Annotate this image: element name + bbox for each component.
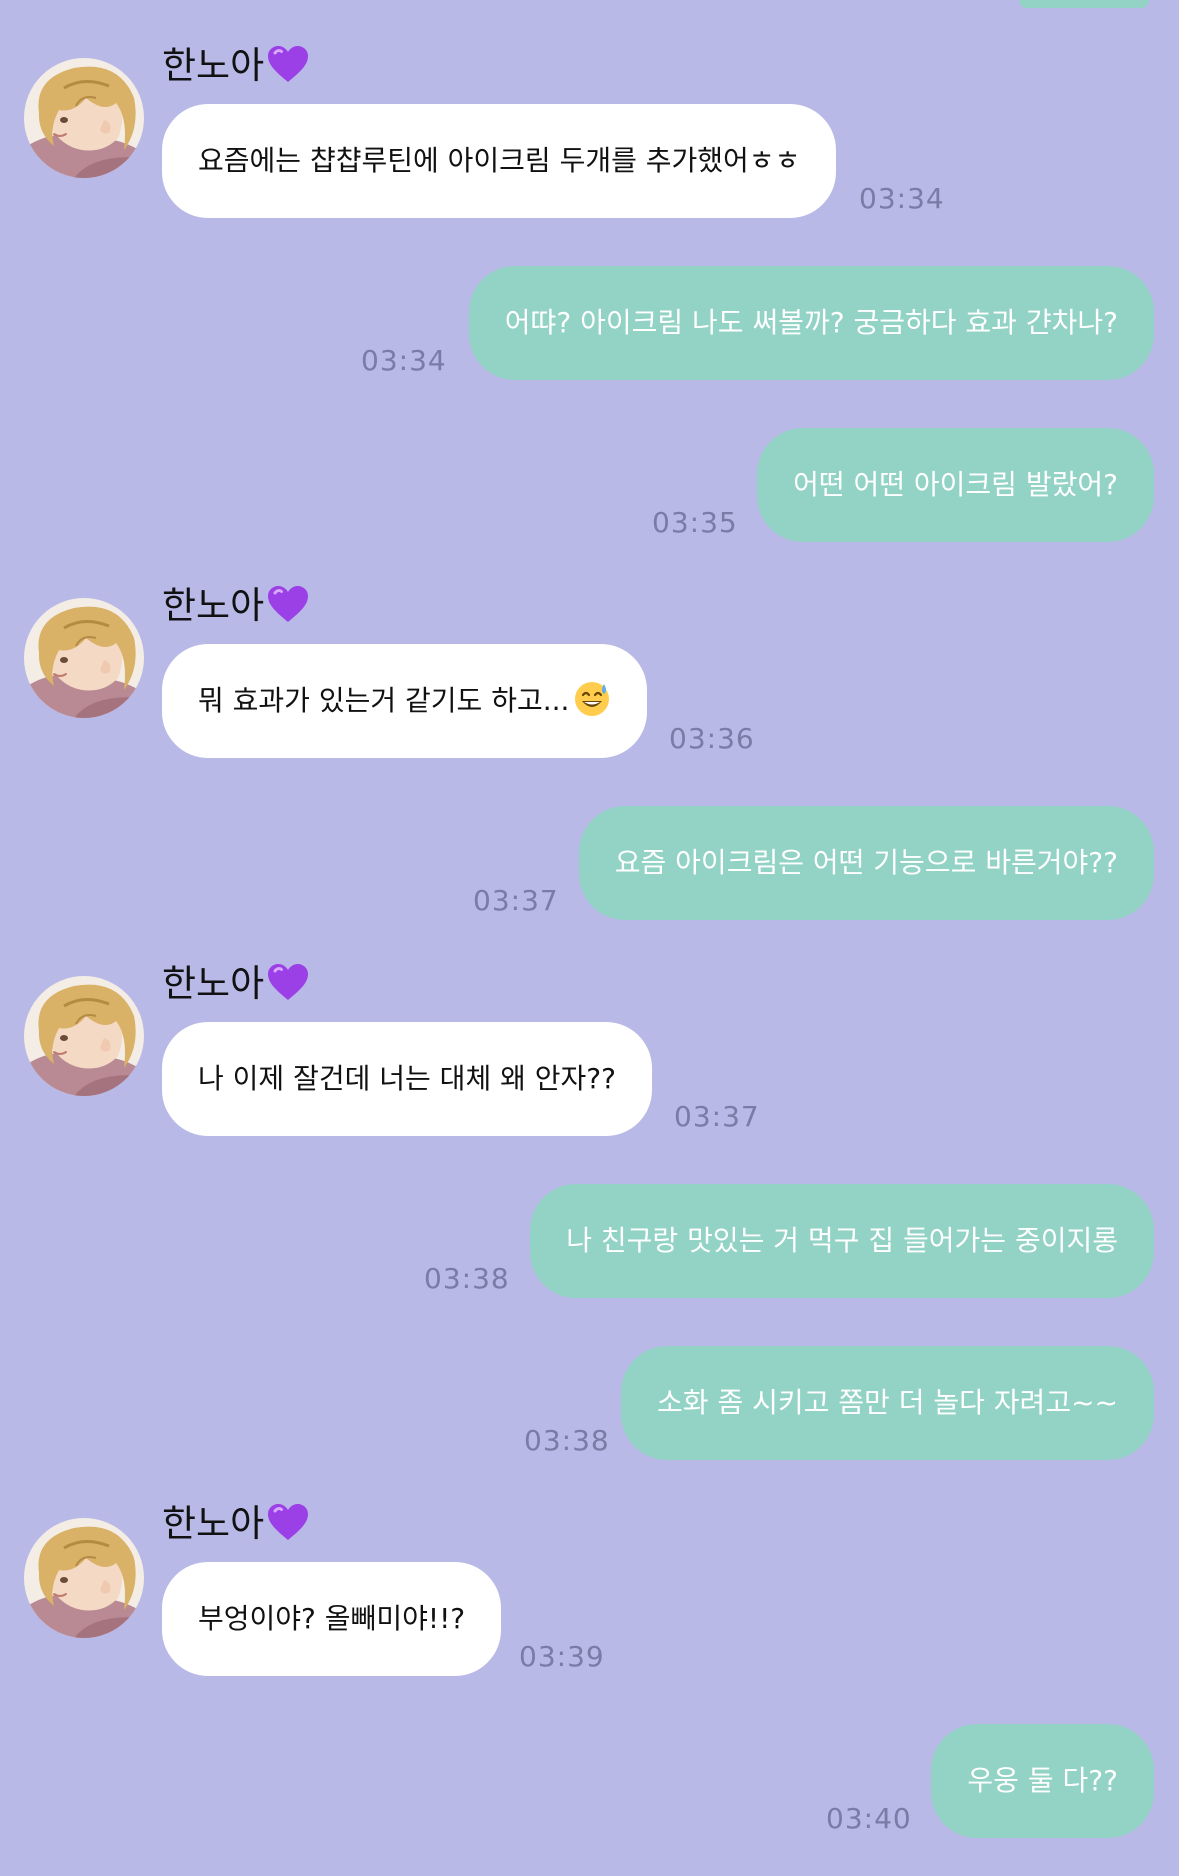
message-text: 뭐 효과가 있는거 같기도 하고... xyxy=(198,684,570,717)
message-text: 우웅 둘 다?? xyxy=(967,1764,1118,1797)
message-time: 03:37 xyxy=(674,1100,760,1133)
message-bubble-outgoing[interactable]: 나 친구랑 맛있는 거 먹구 집 들어가는 중이지롱 xyxy=(530,1184,1154,1298)
previous-message-bubble-edge xyxy=(1019,0,1149,8)
message-text: 요즘에는 챱챱루틴에 아이크림 두개를 추가했어ㅎㅎ xyxy=(198,144,801,177)
message-bubble-outgoing[interactable]: 어땨? 아이크림 나도 써볼까? 궁금하다 효과 갼차나? xyxy=(468,266,1154,380)
message-bubble-incoming[interactable]: 뭐 효과가 있는거 같기도 하고... xyxy=(162,644,648,758)
message-time: 03:38 xyxy=(424,1262,510,1295)
message-bubble-incoming[interactable]: 나 이제 잘건데 너는 대체 왜 안자?? xyxy=(162,1022,653,1136)
message-bubble-incoming[interactable]: 요즘에는 챱챱루틴에 아이크림 두개를 추가했어ㅎㅎ xyxy=(162,104,837,218)
message-text: 나 친구랑 맛있는 거 먹구 집 들어가는 중이지롱 xyxy=(566,1224,1118,1257)
message-time: 03:36 xyxy=(669,722,755,755)
purple-heart-icon xyxy=(266,584,310,624)
sender-name: 한노아 xyxy=(162,42,310,90)
sender-name-text: 한노아 xyxy=(162,962,265,1005)
message-bubble-incoming[interactable]: 부엉이야? 올빼미야!!? xyxy=(162,1562,502,1676)
sender-name: 한노아 xyxy=(162,582,310,630)
message-time: 03:35 xyxy=(652,506,738,539)
message-time: 03:38 xyxy=(524,1424,610,1457)
message-text: 어떤 어떤 아이크림 발랐어? xyxy=(793,468,1118,501)
message-text: 어땨? 아이크림 나도 써볼까? 궁금하다 효과 갼차나? xyxy=(504,306,1118,339)
message-text: 나 이제 잘건데 너는 대체 왜 안자?? xyxy=(198,1062,617,1095)
purple-heart-icon xyxy=(266,1502,310,1542)
message-text: 부엉이야? 올빼미야!!? xyxy=(198,1602,466,1635)
message-time: 03:34 xyxy=(361,344,447,377)
sender-name: 한노아 xyxy=(162,960,310,1008)
message-bubble-outgoing[interactable]: 우웅 둘 다?? xyxy=(931,1724,1154,1838)
message-time: 03:37 xyxy=(473,884,559,917)
message-text: 요즘 아이크림은 어떤 기능으로 바른거야?? xyxy=(614,846,1118,879)
sender-name-text: 한노아 xyxy=(162,584,265,627)
purple-heart-icon xyxy=(266,962,310,1002)
message-time: 03:34 xyxy=(859,182,945,215)
message-time: 03:39 xyxy=(519,1640,605,1673)
sender-name-text: 한노아 xyxy=(162,44,265,87)
sender-name-text: 한노아 xyxy=(162,1502,265,1545)
message-bubble-outgoing[interactable]: 요즘 아이크림은 어떤 기능으로 바른거야?? xyxy=(578,806,1154,920)
sweat-smile-emoji-icon xyxy=(573,652,611,716)
avatar[interactable] xyxy=(24,976,144,1096)
message-bubble-outgoing[interactable]: 소화 좀 시키고 쫌만 더 놀다 자려고~~ xyxy=(621,1346,1154,1460)
avatar[interactable] xyxy=(24,1518,144,1638)
message-bubble-outgoing[interactable]: 어떤 어떤 아이크림 발랐어? xyxy=(757,428,1154,542)
sender-name: 한노아 xyxy=(162,1500,310,1548)
message-text: 소화 좀 시키고 쫌만 더 놀다 자려고~~ xyxy=(657,1386,1118,1419)
purple-heart-icon xyxy=(266,44,310,84)
message-time: 03:40 xyxy=(826,1802,912,1835)
avatar[interactable] xyxy=(24,598,144,718)
avatar[interactable] xyxy=(24,58,144,178)
